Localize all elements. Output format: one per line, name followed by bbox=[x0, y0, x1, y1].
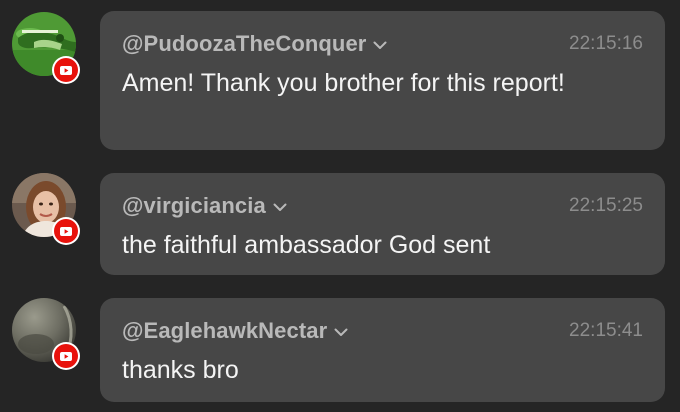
youtube-icon bbox=[52, 56, 80, 84]
avatar-container[interactable] bbox=[12, 173, 80, 245]
chevron-down-icon[interactable] bbox=[334, 328, 348, 337]
avatar-container[interactable] bbox=[12, 12, 80, 84]
username[interactable]: @EaglehawkNectar bbox=[122, 318, 327, 344]
timestamp: 22:15:41 bbox=[569, 320, 643, 341]
youtube-icon bbox=[52, 342, 80, 370]
message-bubble: @EaglehawkNectar 22:15:41 thanks bro bbox=[100, 298, 665, 402]
message-text: Amen! Thank you brother for this report! bbox=[122, 69, 565, 97]
username[interactable]: @PudoozaTheConquer bbox=[122, 31, 366, 57]
message-text: thanks bro bbox=[122, 356, 239, 384]
message-header: @EaglehawkNectar 22:15:41 bbox=[122, 316, 643, 346]
username[interactable]: @virgiciancia bbox=[122, 193, 266, 219]
message-bubble: @PudoozaTheConquer 22:15:16 Amen! Thank … bbox=[100, 11, 665, 150]
message-bubble: @virgiciancia 22:15:25 the faithful amba… bbox=[100, 173, 665, 275]
chevron-down-icon[interactable] bbox=[373, 41, 387, 50]
youtube-icon bbox=[52, 217, 80, 245]
chat-feed: @PudoozaTheConquer 22:15:16 Amen! Thank … bbox=[0, 0, 680, 412]
timestamp: 22:15:25 bbox=[569, 195, 643, 216]
chevron-down-icon[interactable] bbox=[273, 203, 287, 212]
message-header: @virgiciancia 22:15:25 bbox=[122, 191, 643, 221]
avatar-container[interactable] bbox=[12, 298, 80, 370]
timestamp: 22:15:16 bbox=[569, 33, 643, 54]
message-text: the faithful ambassador God sent bbox=[122, 231, 491, 259]
message-header: @PudoozaTheConquer 22:15:16 bbox=[122, 29, 643, 59]
